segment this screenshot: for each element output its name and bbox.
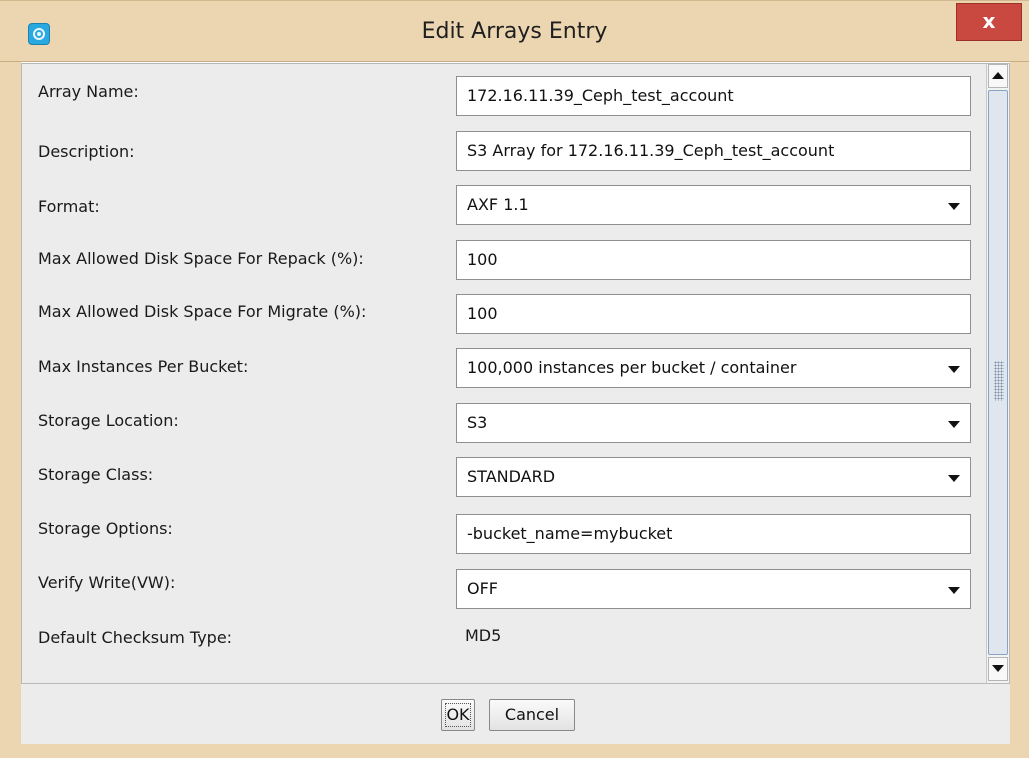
checksum-label: Default Checksum Type: [38, 628, 233, 647]
migrate-label: Max Allowed Disk Space For Migrate (%): [38, 302, 367, 321]
format-label: Format: [38, 197, 100, 216]
storage-options-input[interactable]: -bucket_name=mybucket [456, 514, 971, 554]
format-select-value: AXF 1.1 [467, 195, 529, 214]
storage-location-label: Storage Location: [38, 411, 179, 430]
max-instances-select-value: 100,000 instances per bucket / container [467, 358, 797, 377]
grip-dots-icon [994, 361, 1004, 401]
dialog-title: Edit Arrays Entry [421, 19, 608, 44]
max-instances-label: Max Instances Per Bucket: [38, 357, 249, 376]
storage-location-select[interactable]: S3 [456, 403, 971, 443]
chevron-down-icon [948, 587, 960, 594]
storage-options-label: Storage Options: [38, 519, 173, 538]
migrate-input[interactable]: 100 [456, 294, 971, 334]
edit-arrays-dialog: Edit Arrays Entry x Array Name: 172.16.1… [0, 0, 1029, 758]
form-scroll-pane: Array Name: 172.16.11.39_Ceph_test_accou… [21, 63, 1010, 684]
close-button[interactable]: x [956, 3, 1022, 41]
window-frame-left [0, 62, 21, 758]
window-frame-right [1010, 62, 1029, 758]
storage-class-select[interactable]: STANDARD [456, 457, 971, 497]
array-name-input[interactable]: 172.16.11.39_Ceph_test_account [456, 76, 971, 116]
max-instances-select[interactable]: 100,000 instances per bucket / container [456, 348, 971, 388]
storage-location-select-value: S3 [467, 413, 488, 432]
storage-class-select-value: STANDARD [467, 467, 556, 486]
array-form: Array Name: 172.16.11.39_Ceph_test_accou… [22, 64, 986, 683]
chevron-down-icon [948, 475, 960, 482]
repack-label: Max Allowed Disk Space For Repack (%): [38, 249, 364, 268]
verify-write-select[interactable]: OFF [456, 569, 971, 609]
scroll-up-arrow-icon[interactable] [988, 64, 1008, 88]
button-bar: OK Cancel [21, 684, 1010, 744]
checksum-value: MD5 [465, 626, 502, 645]
vertical-scrollbar[interactable] [986, 64, 1009, 683]
verify-write-label: Verify Write(VW): [38, 573, 176, 592]
array-name-label: Array Name: [38, 82, 139, 101]
storage-class-label: Storage Class: [38, 465, 154, 484]
format-select[interactable]: AXF 1.1 [456, 185, 971, 225]
scrollbar-thumb[interactable] [988, 90, 1008, 655]
scroll-down-arrow-icon[interactable] [988, 657, 1008, 681]
description-input[interactable]: S3 Array for 172.16.11.39_Ceph_test_acco… [456, 131, 971, 171]
chevron-down-icon [948, 366, 960, 373]
chevron-down-icon [948, 421, 960, 428]
cancel-button[interactable]: Cancel [489, 699, 575, 731]
verify-write-select-value: OFF [467, 579, 498, 598]
description-label: Description: [38, 142, 135, 161]
chevron-down-icon [948, 203, 960, 210]
window-frame-bottom [0, 744, 1029, 758]
title-bar[interactable]: Edit Arrays Entry x [0, 0, 1029, 62]
repack-input[interactable]: 100 [456, 240, 971, 280]
ok-button[interactable]: OK [441, 699, 475, 731]
